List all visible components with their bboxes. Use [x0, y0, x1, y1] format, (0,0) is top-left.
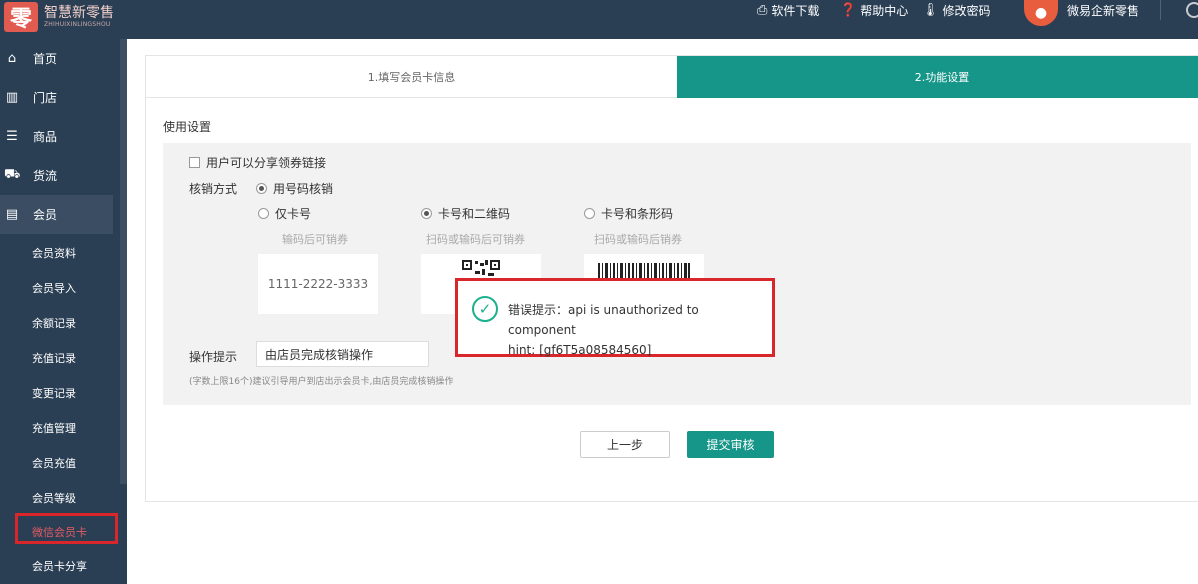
- top-bar: 零 智慧新零售 ZHIHUIXINLINGSHOU ⎙ 软件下载 ❓ 帮助中心 …: [0, 0, 1198, 39]
- logo-mark: 零: [4, 2, 38, 32]
- submit-button[interactable]: 提交审核: [687, 431, 774, 458]
- verify-by-code-radio[interactable]: 用号码核销: [256, 180, 333, 197]
- option-hint: 输码后可销券: [282, 233, 348, 246]
- logo[interactable]: 零 智慧新零售 ZHIHUIXINLINGSHOU: [4, 0, 114, 34]
- sidebar-subitem-card-share[interactable]: 会员卡分享: [0, 548, 113, 583]
- download-link[interactable]: ⎙ 软件下载: [757, 0, 819, 20]
- prev-button[interactable]: 上一步: [580, 431, 670, 458]
- sidebar-item-members[interactable]: ▤ 会员: [0, 195, 113, 234]
- sidebar-subitem-recharge-records[interactable]: 充值记录: [0, 340, 113, 375]
- sidebar-subitem-member-levels[interactable]: 会员等级: [0, 480, 113, 515]
- option-card-only[interactable]: 仅卡号: [258, 205, 311, 222]
- tip-input[interactable]: 由店员完成核销操作: [256, 341, 429, 367]
- home-icon: ⌂: [7, 51, 17, 66]
- sidebar-subitem-member-recharge[interactable]: 会员充值: [0, 445, 113, 480]
- power-icon[interactable]: [1186, 2, 1198, 18]
- option-hint: 扫码或输码后可销券: [426, 233, 525, 246]
- step-1-tab[interactable]: 1.填写会员卡信息: [146, 56, 677, 98]
- id-card-icon: ▤: [5, 207, 19, 222]
- check-circle-icon: ✓: [472, 296, 498, 322]
- card-number-preview: 1111-2222-3333: [258, 254, 378, 314]
- radio-checked[interactable]: [421, 208, 432, 219]
- toast-hint: hint: [gf6T5a08584560]: [508, 343, 652, 357]
- sidebar-subitem-change-records[interactable]: 变更记录: [0, 375, 113, 410]
- option-card-barcode[interactable]: 卡号和条形码: [584, 205, 673, 222]
- toast-message: 错误提示：api is unauthorized to component: [508, 303, 699, 337]
- logo-subtitle: ZHIHUIXINLINGSHOU: [44, 21, 111, 28]
- sidebar-item-logistics[interactable]: ⛟ 货流: [0, 156, 113, 195]
- sidebar-item-home[interactable]: ⌂ 首页: [0, 39, 113, 78]
- tip-label: 操作提示: [189, 350, 238, 364]
- list-icon: ☰: [6, 129, 18, 144]
- sidebar-subitem-member-import[interactable]: 会员导入: [0, 270, 113, 305]
- building-icon: ▥: [5, 90, 19, 105]
- sidebar-subitem-recharge-management[interactable]: 充值管理: [0, 410, 113, 445]
- printer-icon: ⎙: [757, 2, 768, 18]
- verify-label: 核销方式: [189, 182, 238, 196]
- error-toast: ✓ 错误提示：api is unauthorized to component …: [455, 278, 775, 357]
- radio[interactable]: [584, 208, 595, 219]
- radio[interactable]: [258, 208, 269, 219]
- user-icon: ●: [1034, 5, 1048, 21]
- card-number: 1111-2222-3333: [267, 277, 369, 291]
- thermometer-icon: 🌡: [922, 2, 939, 18]
- help-link[interactable]: ❓ 帮助中心: [840, 0, 908, 20]
- share-checkbox[interactable]: 用户可以分享领券链接: [189, 154, 326, 171]
- username[interactable]: 微易企新零售: [1067, 0, 1139, 20]
- sidebar-subitem-balance-records[interactable]: 余额记录: [0, 305, 113, 340]
- step-2-tab[interactable]: 2.功能设置: [677, 56, 1198, 98]
- sidebar-subitem-member-info[interactable]: 会员资料: [0, 235, 113, 270]
- checkbox[interactable]: [189, 157, 200, 168]
- question-icon: ❓: [840, 2, 857, 18]
- logo-title: 智慧新零售: [44, 5, 114, 21]
- highlight-box: [15, 513, 118, 544]
- section-title: 使用设置: [163, 120, 212, 134]
- tip-note: (字数上限16个)建议引导用户到店出示会员卡,由店员完成核销操作: [189, 377, 454, 387]
- option-card-qrcode[interactable]: 卡号和二维码: [421, 205, 510, 222]
- sidebar-scrollbar[interactable]: [120, 39, 127, 484]
- divider: [1160, 0, 1161, 20]
- radio-checked[interactable]: [256, 183, 267, 194]
- option-hint: 扫码或输码后销券: [594, 233, 682, 246]
- change-password-link[interactable]: 🌡 修改密码: [922, 0, 991, 20]
- avatar[interactable]: ●: [1024, 0, 1058, 26]
- truck-icon: ⛟: [4, 167, 21, 182]
- sidebar-item-stores[interactable]: ▥ 门店: [0, 78, 113, 117]
- sidebar-item-products[interactable]: ☰ 商品: [0, 117, 113, 156]
